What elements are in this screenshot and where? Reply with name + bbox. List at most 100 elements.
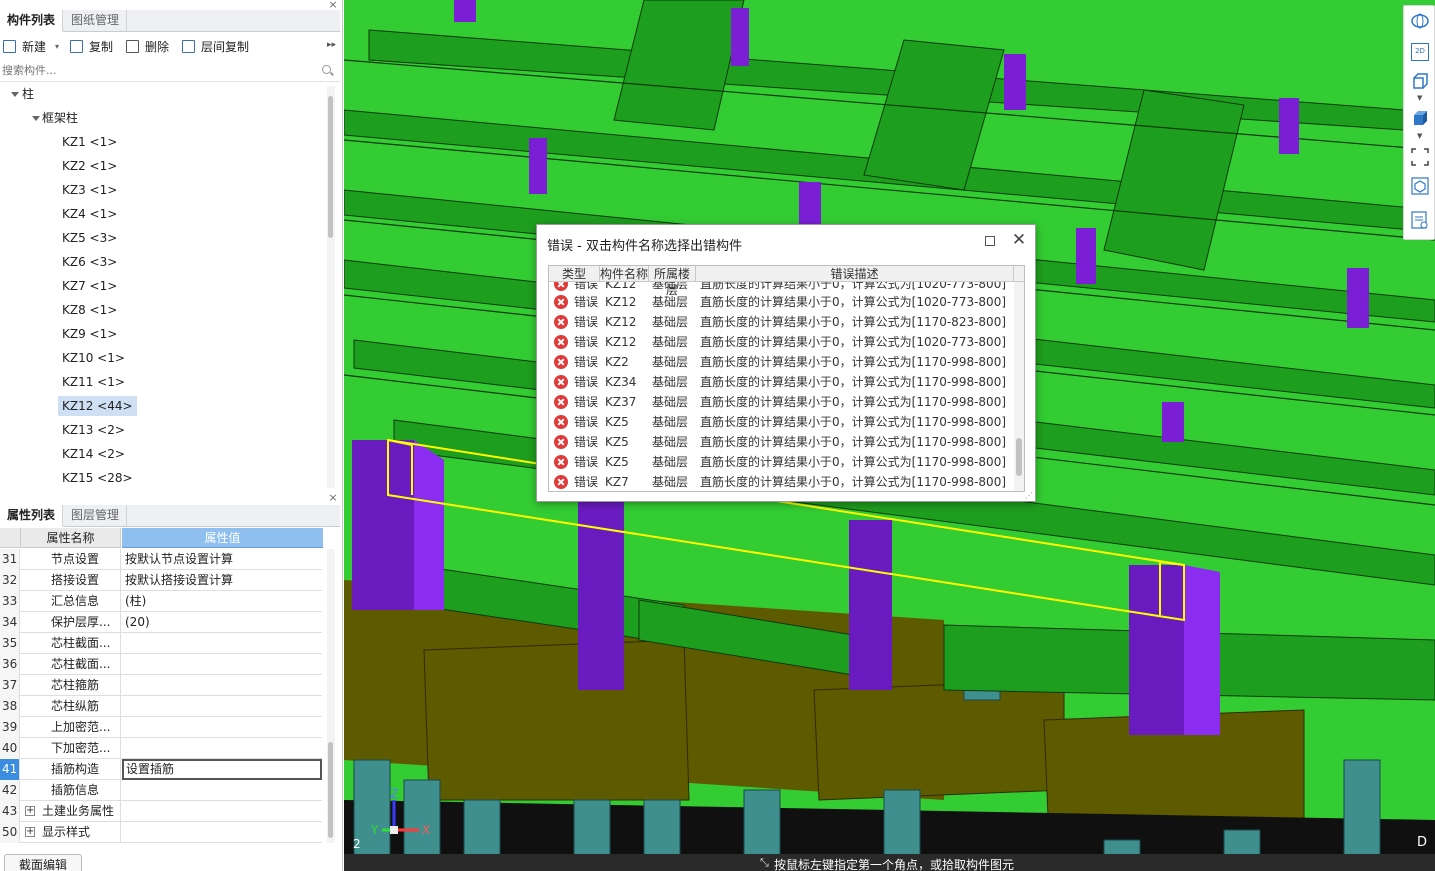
tree-item-kz2[interactable]: KZ2 <1> — [62, 156, 117, 176]
dropdown-arrow-icon[interactable]: ▼ — [1417, 94, 1422, 102]
more-tools-icon[interactable]: ▸▸ — [327, 40, 336, 50]
tree-item-kz8[interactable]: KZ8 <1> — [62, 300, 117, 320]
section-edit-button[interactable]: 截面编辑 — [4, 854, 83, 871]
component-tree: 柱 框架柱 KZ1 <1> KZ2 <1> KZ3 <1> KZ4 <1> KZ… — [0, 84, 327, 488]
cursor-icon: ⤡ — [760, 856, 769, 869]
dropdown-arrow-icon[interactable]: ▼ — [1417, 132, 1422, 140]
error-row[interactable]: 错误 KZ2 基础层 直筋长度的计算结果小于0，计算公式为[1170-998-800] — [549, 352, 1015, 372]
tree-node-column[interactable]: 柱 — [22, 84, 34, 104]
tree-item-kz10[interactable]: KZ10 <1> — [62, 348, 125, 368]
cube-select-icon[interactable] — [1411, 177, 1429, 195]
close-property-panel-icon[interactable]: × — [328, 492, 338, 503]
expand-frame-column-icon[interactable] — [32, 116, 40, 121]
error-row[interactable]: 错误 KZ7 基础层 直筋长度的计算结果小于0，计算公式为[1170-998-800] — [549, 472, 1015, 491]
property-row[interactable]: 31 节点设置 按默认节点设置计算 — [0, 549, 322, 570]
property-row[interactable]: 39 上加密范... — [0, 717, 322, 738]
error-row[interactable]: 错误 KZ12 基础层 直筋长度的计算结果小于0，计算公式为[1170-823-800… — [549, 312, 1015, 332]
search-input[interactable] — [0, 60, 318, 81]
view-toolbar: 2D ▼ ▼ — [1403, 5, 1435, 240]
error-icon — [554, 435, 568, 449]
tree-item-kz15[interactable]: KZ15 <28> — [62, 468, 133, 488]
tab-layer-management[interactable]: 图层管理 — [64, 505, 128, 527]
property-row[interactable]: 32 搭接设置 按默认搭接设置计算 — [0, 570, 322, 591]
property-row[interactable]: 42 插筋信息 — [0, 780, 322, 801]
fit-view-icon[interactable] — [1411, 148, 1429, 166]
header-property-value: 属性值 — [122, 528, 323, 548]
component-search — [0, 60, 340, 82]
axis-label-x: X — [422, 823, 430, 837]
col-floor[interactable]: 所属楼层 — [649, 266, 696, 297]
corner-label-left: 2 — [353, 837, 361, 851]
error-icon — [554, 295, 568, 309]
property-row[interactable]: 34 保护层厚... (20) — [0, 612, 322, 633]
2d-icon[interactable]: 2D — [1411, 43, 1429, 61]
tree-item-kz3[interactable]: KZ3 <1> — [62, 180, 117, 200]
tree-item-kz9[interactable]: KZ9 <1> — [62, 324, 117, 344]
error-table-scrollbar-thumb[interactable] — [1016, 438, 1022, 476]
error-icon — [554, 315, 568, 329]
tab-drawing-management[interactable]: 图纸管理 — [64, 10, 128, 32]
error-row[interactable]: 错误 KZ5 基础层 直筋长度的计算结果小于0，计算公式为[1170-998-800] — [549, 412, 1015, 432]
corner-label-right: D — [1417, 835, 1427, 850]
tree-item-kz7[interactable]: KZ7 <1> — [62, 276, 117, 296]
axis-label-y: Y — [370, 823, 379, 837]
expand-column-icon[interactable] — [11, 92, 19, 97]
property-row-group[interactable]: 43 + 土建业务属性 — [0, 801, 322, 822]
tree-item-kz12[interactable]: KZ12 <44> — [58, 396, 137, 416]
error-icon — [554, 475, 568, 489]
property-scrollbar-thumb[interactable] — [328, 742, 333, 838]
tree-item-kz6[interactable]: KZ6 <3> — [62, 252, 117, 272]
search-icon[interactable] — [322, 65, 331, 74]
property-row[interactable]: 37 芯柱箍筋 — [0, 675, 322, 696]
property-row-selected[interactable]: 41 插筋构造 设置插筋 — [0, 759, 322, 780]
expand-plus-icon[interactable]: + — [25, 827, 35, 837]
error-row[interactable]: 错误 KZ37 基础层 直筋长度的计算结果小于0，计算公式为[1170-998-800… — [549, 392, 1015, 412]
error-row[interactable]: 错误 KZ12 基础层 直筋长度的计算结果小于0，计算公式为[1020-773-800… — [549, 332, 1015, 352]
header-property-name: 属性名称 — [21, 528, 121, 548]
col-error-description[interactable]: 错误描述 — [696, 266, 1014, 282]
resize-grip-icon[interactable]: ⋰ — [1025, 491, 1033, 500]
error-icon — [554, 375, 568, 389]
tree-scrollbar[interactable] — [327, 86, 335, 488]
error-row[interactable]: 错误 KZ12 基础层 直筋长度的计算结果小于0，计算公式为[1020-773-800… — [549, 292, 1015, 312]
tree-node-frame-column[interactable]: 框架柱 — [42, 108, 78, 128]
close-component-panel-icon[interactable]: × — [328, 0, 338, 10]
col-component-name[interactable]: 构件名称 — [600, 266, 649, 282]
3d-box-icon[interactable] — [1411, 72, 1429, 90]
orbit-icon[interactable] — [1411, 12, 1429, 30]
dialog-title: 错误 - 双击构件名称选择出错构件 — [547, 239, 742, 254]
col-type[interactable]: 类型 — [549, 266, 600, 282]
tree-item-kz4[interactable]: KZ4 <1> — [62, 204, 117, 224]
expand-plus-icon[interactable]: + — [25, 806, 35, 816]
property-row[interactable]: 38 芯柱纵筋 — [0, 696, 322, 717]
tree-item-kz11[interactable]: KZ11 <1> — [62, 372, 125, 392]
maximize-icon[interactable] — [985, 236, 995, 246]
error-icon — [554, 355, 568, 369]
3d-solid-box-icon[interactable] — [1411, 109, 1429, 127]
property-row[interactable]: 40 下加密范... — [0, 738, 322, 759]
rebar-insert-value-field[interactable]: 设置插筋 — [122, 759, 322, 780]
component-tabbar: 构件列表 图纸管理 — [0, 10, 340, 32]
property-scrollbar[interactable] — [327, 549, 335, 843]
property-row-group[interactable]: 50 + 显示样式 — [0, 822, 322, 843]
copy-icon — [70, 40, 83, 53]
tree-item-kz13[interactable]: KZ13 <2> — [62, 420, 125, 440]
tree-item-kz1[interactable]: KZ1 <1> — [62, 132, 117, 152]
property-grid-header: 属性名称 属性值 — [0, 528, 323, 548]
close-icon[interactable]: ✕ — [1011, 231, 1027, 249]
tree-item-kz14[interactable]: KZ14 <2> — [62, 444, 125, 464]
list-settings-icon[interactable] — [1411, 211, 1429, 229]
error-table: 错误 KZ12 基础层 直筋长度的计算结果小于0，计算公式为[1020-773-… — [548, 265, 1025, 492]
tab-property-list[interactable]: 属性列表 — [0, 505, 64, 527]
tree-scrollbar-thumb[interactable] — [328, 96, 333, 238]
error-row[interactable]: 错误 KZ5 基础层 直筋长度的计算结果小于0，计算公式为[1170-998-800] — [549, 452, 1015, 472]
error-row[interactable]: 错误 KZ34 基础层 直筋长度的计算结果小于0，计算公式为[1170-998-800… — [549, 372, 1015, 392]
property-row[interactable]: 35 芯柱截面... — [0, 633, 322, 654]
property-row[interactable]: 36 芯柱截面... — [0, 654, 322, 675]
error-row[interactable]: 错误 KZ5 基础层 直筋长度的计算结果小于0，计算公式为[1170-998-800] — [549, 432, 1015, 452]
property-row[interactable]: 33 汇总信息 (柱) — [0, 591, 322, 612]
tree-item-kz5[interactable]: KZ5 <3> — [62, 228, 117, 248]
dropdown-arrow-icon[interactable]: ▾ — [55, 36, 59, 58]
tab-component-list[interactable]: 构件列表 — [0, 10, 64, 32]
error-table-scrollbar[interactable] — [1014, 282, 1024, 491]
